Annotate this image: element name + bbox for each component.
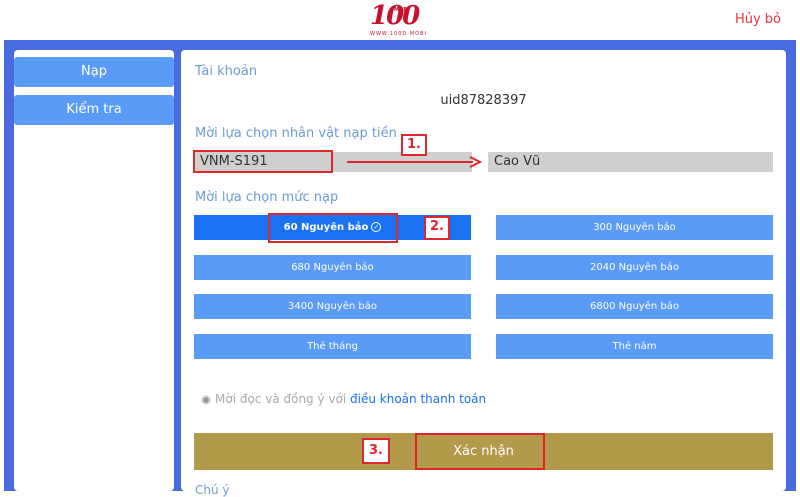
account-label: Tài khoản	[195, 64, 258, 79]
option-yearly-card[interactable]: Thẻ năm	[496, 334, 773, 359]
terms-link[interactable]: điều khoản thanh toán	[350, 392, 486, 406]
account-uid: uid87828397	[440, 93, 527, 108]
step1-badge: 1.	[401, 134, 427, 156]
sidebar: Nạp Kiểm tra	[14, 50, 174, 491]
arrow-head-icon	[469, 156, 482, 168]
logo-url: WWW.100D.MOBI	[370, 31, 427, 37]
option-2040-yuanbao[interactable]: 2040 Nguyên bảo	[496, 255, 773, 280]
sidebar-item-recharge[interactable]: Nạp	[14, 57, 174, 87]
agreement-text: Mời đọc và đồng ý với	[215, 392, 347, 406]
option-3400-yuanbao[interactable]: 3400 Nguyên bảo	[194, 294, 471, 319]
sidebar-item-check[interactable]: Kiểm tra	[14, 95, 174, 125]
character-label: Mời lựa chọn nhân vật nạp tiền	[195, 126, 397, 141]
cancel-link[interactable]: Hủy bỏ	[735, 12, 781, 27]
agree-radio[interactable]	[201, 394, 211, 405]
option-680-yuanbao[interactable]: 680 Nguyên bảo	[194, 255, 471, 280]
highlight-option-box	[268, 213, 398, 243]
agreement-row: Mời đọc và đồng ý với điều khoản thanh t…	[201, 392, 486, 406]
highlight-server-box	[193, 150, 333, 173]
note-label: Chú ý	[195, 483, 230, 497]
option-monthly-card[interactable]: Thẻ tháng	[194, 334, 471, 359]
brand-logo: 100 MOBI WWW.100D.MOBI	[370, 1, 430, 39]
step3-badge: 3.	[362, 438, 390, 464]
top-bar: 100 MOBI WWW.100D.MOBI Hủy bỏ	[0, 0, 800, 40]
amount-label: Mời lựa chọn mức nạp	[195, 190, 339, 205]
logo-tag: MOBI	[394, 7, 409, 13]
option-6800-yuanbao[interactable]: 6800 Nguyên bảo	[496, 294, 773, 319]
highlight-confirm-box	[415, 433, 545, 470]
character-select[interactable]: Cao Vũ	[488, 152, 773, 172]
logo-number: 100	[370, 1, 420, 31]
main-panel: Tài khoản uid87828397 Mời lựa chọn nhân …	[181, 50, 786, 497]
step1-arrow-line	[347, 161, 473, 163]
option-300-yuanbao[interactable]: 300 Nguyên bảo	[496, 215, 773, 240]
step2-badge: 2.	[424, 216, 450, 240]
